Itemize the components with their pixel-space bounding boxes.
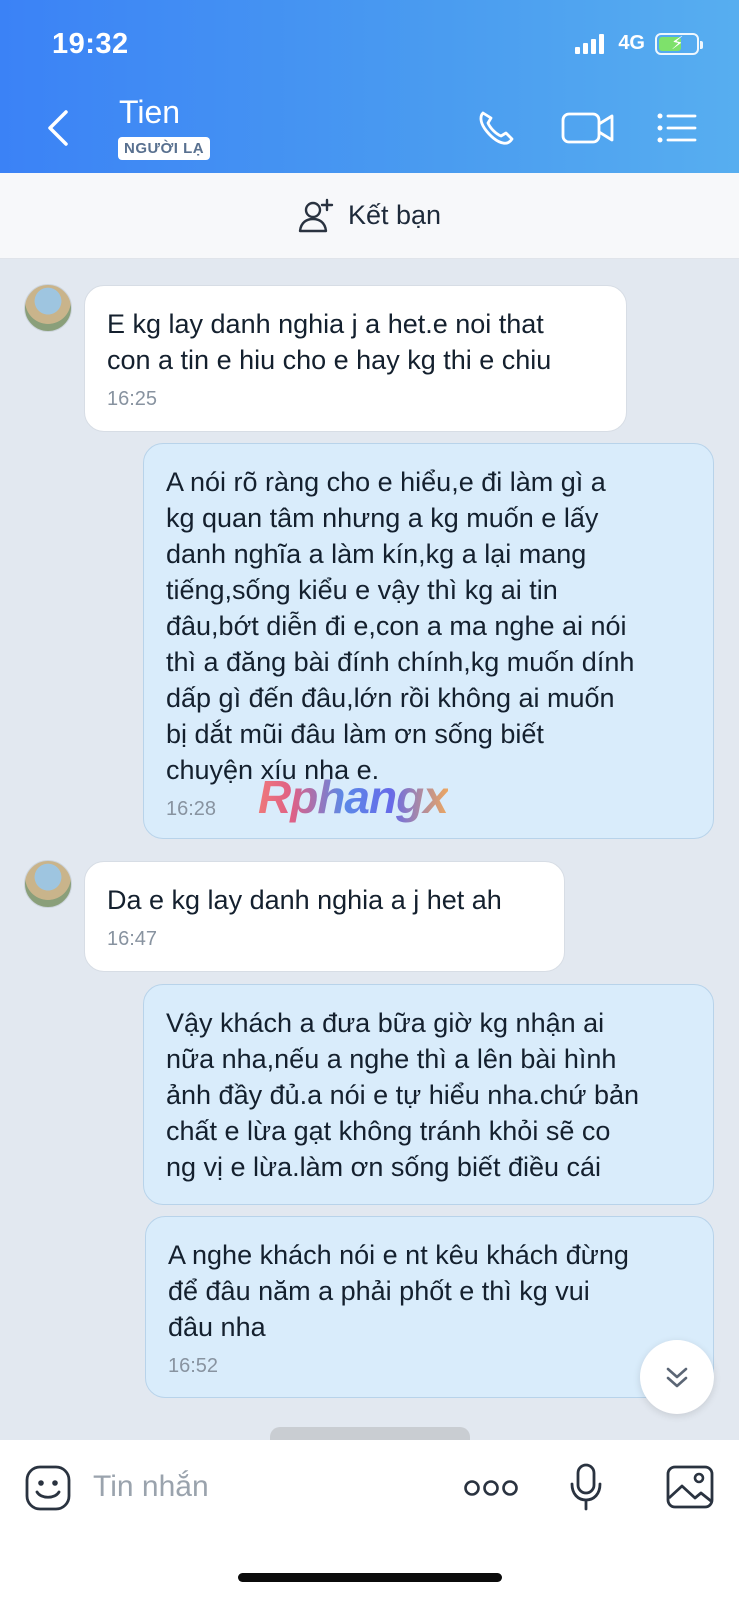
microphone-icon[interactable] [568,1462,604,1512]
stranger-badge: NGƯỜI LẠ [118,137,211,160]
image-icon[interactable] [665,1464,715,1510]
message-input[interactable]: Tin nhắn [93,1470,209,1504]
message-bubble-incoming[interactable]: E kg lay danh nghia j a het.e noi that c… [84,285,627,432]
status-time: 19:32 [52,28,129,60]
avatar[interactable] [24,284,72,332]
add-user-icon [298,198,334,232]
battery-icon: ⚡ [655,32,703,55]
chat-header: 19:32 4G ⚡ Tien NGƯỜI LẠ [0,0,739,173]
menu-list-icon[interactable] [655,108,699,148]
message-composer: Tin nhắn [0,1440,739,1600]
video-call-icon[interactable] [560,108,616,148]
avatar[interactable] [24,860,72,908]
more-icon[interactable] [463,1478,519,1498]
home-indicator [238,1573,502,1582]
contact-name[interactable]: Tien [119,94,180,131]
message-time: 16:52 [168,1355,219,1377]
message-text: A nói rõ ràng cho e hiểu,e đi làm gì a k… [166,467,635,785]
message-bubble-outgoing[interactable]: A nghe khách nói e nt kêu khách đừng để … [145,1216,714,1398]
message-time: 16:47 [107,928,158,950]
watermark: Rphangx [258,771,449,823]
add-friend-label: Kết bạn [347,200,442,230]
add-friend-button[interactable]: Kết bạn [0,173,739,259]
scroll-down-button[interactable] [640,1340,714,1414]
double-chevron-down-icon [666,1367,688,1388]
sticker-icon[interactable] [24,1464,72,1512]
message-text: Vậy khách a đưa bữa giờ kg nhận ai nữa n… [166,1008,640,1182]
network-type: 4G [618,32,645,54]
message-bubble-incoming[interactable]: Da e kg lay danh nghia a j het ah 16:47 [84,861,565,972]
message-text: A nghe khách nói e nt kêu khách đừng để … [168,1240,629,1342]
back-icon[interactable] [40,108,76,148]
message-text: E kg lay danh nghia j a het.e noi that c… [107,309,552,375]
status-indicators: 4G ⚡ [575,32,703,55]
phone-icon[interactable] [475,108,519,148]
chat-screen: 19:32 4G ⚡ Tien NGƯỜI LẠ Kết bạn E kg la… [0,0,739,1600]
message-time: 16:25 [107,388,158,410]
message-text: Da e kg lay danh nghia a j het ah [107,885,502,915]
signal-icon [575,33,605,54]
message-bubble-outgoing[interactable]: Vậy khách a đưa bữa giờ kg nhận ai nữa n… [143,984,714,1205]
